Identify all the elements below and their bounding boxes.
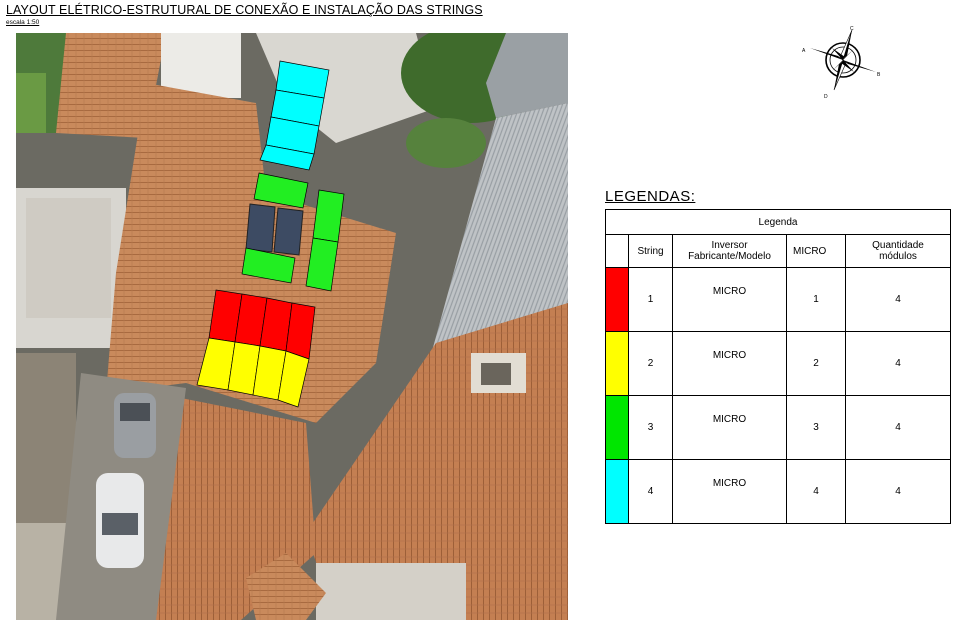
cell-inverter: MICRO [672, 331, 787, 396]
swatch-green [605, 395, 629, 460]
legend-row-string-2: 2 MICRO 2 4 [605, 331, 951, 396]
cell-quantity: 4 [845, 459, 951, 524]
swatch-yellow [605, 331, 629, 396]
cell-micro: 2 [786, 331, 846, 396]
legend-row-string-1: 1 MICRO 1 4 [605, 267, 951, 332]
compass-icon: C A B D [802, 26, 881, 100]
legend-row-string-4: 4 MICRO 4 4 [605, 459, 951, 524]
legend-caption: Legenda [605, 209, 951, 235]
cell-quantity: 4 [845, 331, 951, 396]
cell-quantity: 4 [845, 267, 951, 332]
cell-inverter: MICRO [672, 267, 787, 332]
cell-string: 1 [628, 267, 673, 332]
compass-label-d: D [824, 94, 828, 100]
aerial-photo [16, 33, 568, 620]
legend-row-string-3: 3 MICRO 3 4 [605, 395, 951, 460]
cell-micro: 4 [786, 459, 846, 524]
legend-header-row: String Inversor Fabricante/Modelo MICRO … [605, 234, 951, 268]
header-inverter-line2: Fabricante/Modelo [688, 251, 771, 262]
drawing-title: LAYOUT ELÉTRICO-ESTRUTURAL DE CONEXÃO E … [6, 3, 483, 17]
header-swatch [605, 234, 629, 268]
header-inverter: Inversor Fabricante/Modelo [672, 234, 787, 268]
header-quantity-line2: módulos [879, 251, 917, 262]
cell-micro: 1 [786, 267, 846, 332]
cell-inverter: MICRO [672, 459, 787, 524]
compass-label-a: A [802, 48, 806, 54]
cell-string: 2 [628, 331, 673, 396]
header-micro: MICRO [786, 234, 846, 268]
header-inverter-line1: Inversor [711, 240, 748, 251]
legend-heading: LEGENDAS: [605, 188, 696, 205]
header-quantity-line1: Quantidade [872, 240, 924, 251]
swatch-red [605, 267, 629, 332]
compass-label-c: C [850, 26, 854, 32]
legend-table: Legenda String Inversor Fabricante/Model… [605, 209, 951, 524]
header-quantity: Quantidade módulos [845, 234, 951, 268]
cell-string: 3 [628, 395, 673, 460]
cell-inverter: MICRO [672, 395, 787, 460]
scale-note: escala 1:50 [6, 19, 40, 26]
cell-micro: 3 [786, 395, 846, 460]
compass-label-b: B [877, 72, 881, 78]
header-string: String [628, 234, 673, 268]
cell-string: 4 [628, 459, 673, 524]
swatch-cyan [605, 459, 629, 524]
cell-quantity: 4 [845, 395, 951, 460]
